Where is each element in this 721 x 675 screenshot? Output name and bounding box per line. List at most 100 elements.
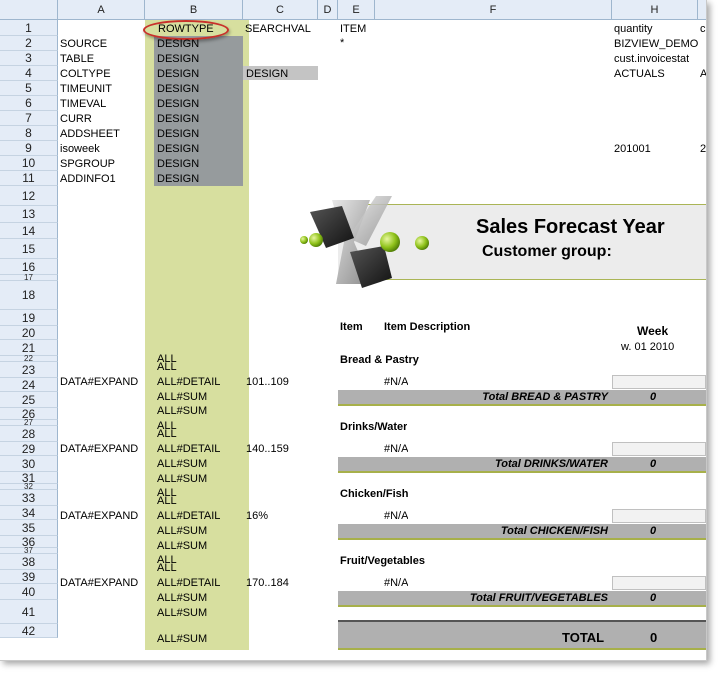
all-label[interactable]: ALL — [157, 429, 177, 439]
col-header-f[interactable]: F — [375, 0, 612, 20]
row-header[interactable]: 28 — [0, 426, 58, 442]
row-header[interactable]: 12 — [0, 186, 58, 206]
row-header[interactable]: 3 — [0, 51, 58, 66]
label-table[interactable]: TABLE — [60, 52, 94, 67]
week-input-cell[interactable] — [612, 509, 706, 523]
week-input-cell[interactable] — [612, 375, 706, 389]
cell-h9[interactable]: 201001 — [614, 142, 651, 157]
na-cell[interactable]: #N/A — [384, 576, 408, 591]
detail-cell[interactable]: ALL#DETAIL — [157, 576, 220, 591]
all-label[interactable]: ALL — [157, 362, 177, 372]
row-header[interactable]: 14 — [0, 223, 58, 239]
label-isoweek[interactable]: isoweek — [60, 142, 100, 157]
label-spgroup[interactable]: SPGROUP — [60, 157, 115, 172]
row-header[interactable]: 40 — [0, 584, 58, 600]
row-header[interactable]: 20 — [0, 326, 58, 340]
data-expand-cell[interactable]: DATA#EXPAND — [60, 576, 138, 591]
search-value-cell[interactable]: 140..159 — [246, 442, 289, 457]
data-expand-cell[interactable]: DATA#EXPAND — [60, 375, 138, 390]
label-source[interactable]: SOURCE — [60, 37, 107, 52]
row-header[interactable]: 15 — [0, 239, 58, 259]
label-coltype[interactable]: COLTYPE — [60, 67, 111, 82]
sum-cell[interactable]: ALL#SUM — [157, 390, 207, 405]
row-header[interactable]: 18 — [0, 281, 58, 310]
sum-cell[interactable]: ALL#SUM — [157, 472, 207, 487]
data-expand-cell[interactable]: DATA#EXPAND — [60, 442, 138, 457]
na-cell[interactable]: #N/A — [384, 375, 408, 390]
row-header[interactable]: 33 — [0, 490, 58, 506]
row-header[interactable]: 19 — [0, 310, 58, 326]
design-b7[interactable]: DESIGN — [157, 112, 199, 127]
sum-cell[interactable]: ALL#SUM — [157, 591, 207, 606]
row-header[interactable]: 7 — [0, 111, 58, 126]
row-header[interactable]: 9 — [0, 141, 58, 156]
design-b8[interactable]: DESIGN — [157, 127, 199, 142]
week-input-cell[interactable] — [612, 576, 706, 590]
row-header[interactable]: 13 — [0, 206, 58, 223]
design-b2[interactable]: DESIGN — [157, 37, 199, 52]
sum-cell[interactable]: ALL#SUM — [157, 457, 207, 472]
data-expand-cell[interactable]: DATA#EXPAND — [60, 509, 138, 524]
design-b9[interactable]: DESIGN — [157, 142, 199, 157]
cell-i1[interactable]: c — [700, 22, 706, 37]
row-header[interactable]: 1 — [0, 20, 58, 36]
col-header-b[interactable]: B — [145, 0, 243, 20]
label-addinfo1[interactable]: ADDINFO1 — [60, 172, 116, 187]
col-header-e[interactable]: E — [338, 0, 375, 20]
design-b10[interactable]: DESIGN — [157, 157, 199, 172]
col-header-a[interactable]: A — [58, 0, 145, 20]
row-header[interactable]: 29 — [0, 442, 58, 456]
label-timeval[interactable]: TIMEVAL — [60, 97, 106, 112]
cell-c4[interactable]: DESIGN — [246, 67, 288, 82]
na-cell[interactable]: #N/A — [384, 509, 408, 524]
all-label[interactable]: ALL — [157, 496, 177, 506]
row-header[interactable]: 6 — [0, 96, 58, 111]
row-header[interactable]: 11 — [0, 171, 58, 186]
col-header-i[interactable] — [698, 0, 706, 20]
row-header[interactable]: 41 — [0, 600, 58, 624]
row-header[interactable]: 2 — [0, 36, 58, 51]
row-header[interactable]: 39 — [0, 570, 58, 584]
cell-c1[interactable]: SEARCHVAL — [245, 22, 311, 37]
row-header[interactable]: 24 — [0, 378, 58, 392]
design-b5[interactable]: DESIGN — [157, 82, 199, 97]
cell-h3[interactable]: cust.invoicestat — [614, 52, 689, 67]
cell-h1[interactable]: quantity — [614, 22, 653, 37]
col-header-d[interactable]: D — [318, 0, 338, 20]
search-value-cell[interactable]: 170..184 — [246, 576, 289, 591]
row-header[interactable]: 8 — [0, 126, 58, 141]
row-header[interactable]: 42 — [0, 624, 58, 638]
col-header-h[interactable]: H — [612, 0, 698, 20]
sum-cell[interactable]: ALL#SUM — [157, 539, 207, 554]
design-b3[interactable]: DESIGN — [157, 52, 199, 67]
sum-cell[interactable]: ALL#SUM — [157, 524, 207, 539]
row-header[interactable]: 10 — [0, 156, 58, 171]
row-header[interactable]: 38 — [0, 554, 58, 570]
design-b4[interactable]: DESIGN — [157, 67, 199, 82]
all-label[interactable]: ALL — [157, 563, 177, 573]
sum-cell[interactable]: ALL#SUM — [157, 606, 207, 621]
row-header[interactable]: 5 — [0, 81, 58, 96]
label-timeunit[interactable]: TIMEUNIT — [60, 82, 112, 97]
search-value-cell[interactable]: 16% — [246, 509, 268, 524]
na-cell[interactable]: #N/A — [384, 442, 408, 457]
detail-cell[interactable]: ALL#DETAIL — [157, 375, 220, 390]
detail-cell[interactable]: ALL#DETAIL — [157, 509, 220, 524]
week-input-cell[interactable] — [612, 442, 706, 456]
cell-h2[interactable]: BIZVIEW_DEMO — [614, 37, 698, 52]
row-header[interactable]: 4 — [0, 66, 58, 81]
detail-cell[interactable]: ALL#DETAIL — [157, 442, 220, 457]
label-addsheet[interactable]: ADDSHEET — [60, 127, 120, 142]
sum-cell[interactable]: ALL#SUM — [157, 632, 207, 647]
cell-i4[interactable]: A — [700, 67, 706, 82]
design-b6[interactable]: DESIGN — [157, 97, 199, 112]
row-header[interactable]: 23 — [0, 362, 58, 378]
label-curr[interactable]: CURR — [60, 112, 92, 127]
cell-e2[interactable]: * — [340, 36, 344, 51]
col-header-c[interactable]: C — [243, 0, 318, 20]
sum-cell[interactable]: ALL#SUM — [157, 404, 207, 419]
cell-i9[interactable]: 2 — [700, 142, 706, 157]
cell-b1[interactable]: ROWTYPE — [158, 22, 214, 37]
row-header[interactable]: 34 — [0, 506, 58, 520]
cell-h4[interactable]: ACTUALS — [614, 67, 665, 82]
